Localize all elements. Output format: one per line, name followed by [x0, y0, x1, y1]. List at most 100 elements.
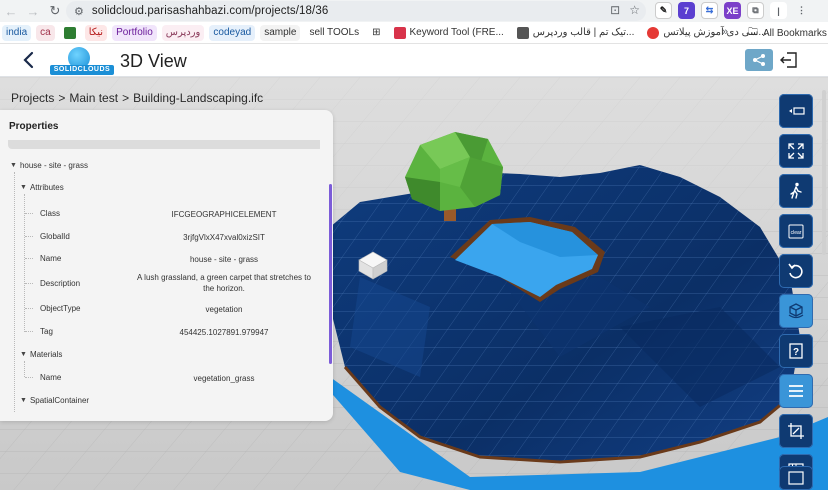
- caret-down-icon: ▼: [20, 184, 27, 191]
- all-bookmarks[interactable]: 🗀 All Bookmarks: [748, 25, 827, 42]
- undo-button[interactable]: [779, 254, 813, 288]
- tree-branch: [25, 377, 33, 378]
- install-app-icon[interactable]: ⊡: [610, 3, 620, 17]
- clear-button[interactable]: clear: [779, 214, 813, 248]
- properties-tree[interactable]: ▼ house - site - grass ▼ Attributes Clas…: [4, 140, 320, 415]
- previous-item-bar: [8, 140, 320, 149]
- list-view-button[interactable]: [779, 374, 813, 408]
- clear-icon: clear: [788, 224, 804, 239]
- extensions-puzzle-icon[interactable]: ⧉: [747, 2, 764, 19]
- extension-badge-icon[interactable]: 7: [678, 2, 695, 19]
- section-spatial-container[interactable]: ▼ SpatialContainer: [20, 396, 89, 405]
- logo: SOLIDCLOUDS: [50, 47, 114, 75]
- tree-branch: [25, 258, 33, 259]
- breadcrumb-project[interactable]: Main test: [69, 91, 118, 105]
- bookmark-codeyad[interactable]: codeyad: [209, 24, 256, 41]
- tree-branch: [25, 331, 33, 332]
- reload-icon[interactable]: ↻: [44, 0, 66, 22]
- bookmark-wordpress[interactable]: وردپرس: [161, 24, 205, 41]
- breadcrumb-file[interactable]: Building-Landscaping.ifc: [133, 91, 263, 105]
- all-bookmarks-label: All Bookmarks: [763, 28, 827, 39]
- svg-text:?: ?: [793, 347, 799, 358]
- page-scrollbar[interactable]: [822, 90, 826, 255]
- address-bar[interactable]: ⚙ solidcloud.parisashahbazi.com/projects…: [66, 1, 646, 21]
- prop-key: ObjectType: [40, 304, 81, 313]
- bookmark-label: sell TOOLs: [309, 27, 360, 38]
- extension-cast-icon[interactable]: ⇆: [701, 2, 718, 19]
- prop-value: vegetation: [205, 305, 243, 314]
- url-text[interactable]: solidcloud.parisashahbazi.com/projects/1…: [92, 5, 328, 17]
- tree-node-label: house - site - grass: [19, 161, 88, 170]
- forward-arrow-icon[interactable]: →: [22, 0, 44, 22]
- back-arrow-icon[interactable]: ←: [0, 0, 22, 22]
- browser-toolbar: ← → ↻ ⚙ solidcloud.parisashahbazi.com/pr…: [0, 0, 828, 22]
- prop-key: Name: [40, 373, 62, 382]
- fit-view-icon: [788, 143, 804, 159]
- walk-mode-button[interactable]: [779, 174, 813, 208]
- bookmark-sell-tools[interactable]: sell TOOLs: [305, 25, 363, 41]
- caret-down-icon: ▼: [20, 397, 27, 404]
- back-chevron-icon[interactable]: [20, 50, 38, 70]
- logo-text: SOLIDCLOUDS: [50, 65, 114, 75]
- crop-section-icon: [788, 423, 804, 439]
- bookmark-india[interactable]: india: [2, 24, 32, 41]
- share-button[interactable]: [745, 49, 773, 71]
- tree-guide: [14, 172, 15, 412]
- section-attributes[interactable]: ▼ Attributes: [20, 183, 64, 192]
- bookmark-label: Keyword Tool (FRE...: [409, 27, 504, 38]
- site-info-icon[interactable]: ⚙: [74, 5, 84, 18]
- cube-model-button[interactable]: [779, 294, 813, 328]
- bookmark-portfolio[interactable]: Portfolio: [112, 24, 157, 41]
- prop-key: Description: [40, 279, 81, 288]
- tree-branch: [25, 283, 33, 284]
- bookmark-ca[interactable]: ca: [36, 24, 55, 41]
- bookmark-label: codeyad: [213, 27, 252, 38]
- share-icon: [753, 54, 765, 66]
- expand-panel-button[interactable]: [779, 94, 813, 128]
- properties-scrollbar[interactable]: [329, 184, 332, 364]
- apps-grid-icon[interactable]: ⊞: [368, 25, 384, 41]
- section-materials[interactable]: ▼ Materials: [20, 350, 62, 359]
- folder-icon: 🗀: [748, 27, 758, 38]
- extensions-row: ✎ 7 ⇆ XE ⧉ | ⋮: [655, 2, 810, 19]
- bookmark-sample[interactable]: sample: [260, 24, 301, 41]
- bookmark-keyword-tool[interactable]: Keyword Tool (FRE...: [390, 25, 508, 41]
- list-icon: [789, 385, 803, 397]
- extension-badge-count: 7: [683, 5, 689, 16]
- floor-plan-button[interactable]: [779, 466, 813, 490]
- prop-key: GlobalId: [40, 232, 70, 241]
- prop-value: IFCGEOGRAPHICELEMENT: [171, 210, 277, 219]
- tree-node[interactable]: ▼ house - site - grass: [10, 161, 88, 170]
- tree-branch: [25, 308, 33, 309]
- bookmark-label: india: [6, 27, 28, 38]
- bookmark-tiktem[interactable]: تیک تم | قالب وردپرس...: [513, 25, 639, 41]
- prop-key: Class: [40, 209, 61, 218]
- exit-icon[interactable]: [779, 51, 799, 69]
- extension-xe-icon[interactable]: XE: [724, 2, 741, 19]
- bookmark-green[interactable]: [60, 25, 80, 41]
- fit-view-button[interactable]: [779, 134, 813, 168]
- breadcrumb: Projects > Main test > Building-Landscap…: [11, 91, 263, 105]
- section-label: Materials: [29, 350, 63, 359]
- breadcrumb-separator-icon: >: [122, 91, 130, 105]
- help-button[interactable]: ?: [779, 334, 813, 368]
- section-label: Attributes: [29, 183, 64, 192]
- profile-icon[interactable]: |: [770, 2, 787, 19]
- bookmark-nika[interactable]: نیکا: [84, 24, 108, 41]
- undo-icon: [788, 263, 803, 279]
- section-crop-button[interactable]: [779, 414, 813, 448]
- extension-pen-icon[interactable]: ✎: [655, 2, 672, 19]
- bookmark-label: نیکا: [88, 27, 104, 38]
- bookmark-star-icon[interactable]: ☆: [629, 3, 640, 17]
- green-square-icon: [63, 26, 76, 39]
- caret-down-icon: ▼: [10, 162, 17, 169]
- help-icon: ?: [789, 343, 803, 359]
- properties-title: Properties: [9, 121, 59, 132]
- breadcrumb-projects[interactable]: Projects: [11, 91, 54, 105]
- prop-value: house - site - grass: [189, 255, 259, 264]
- prop-value: vegetation_grass: [193, 374, 255, 383]
- bookmark-label: sample: [264, 27, 297, 38]
- browser-menu-icon[interactable]: ⋮: [793, 2, 810, 19]
- bookmark-label: تیک تم | قالب وردپرس...: [532, 27, 635, 38]
- more-bookmarks-chevron-icon[interactable]: »: [722, 26, 728, 38]
